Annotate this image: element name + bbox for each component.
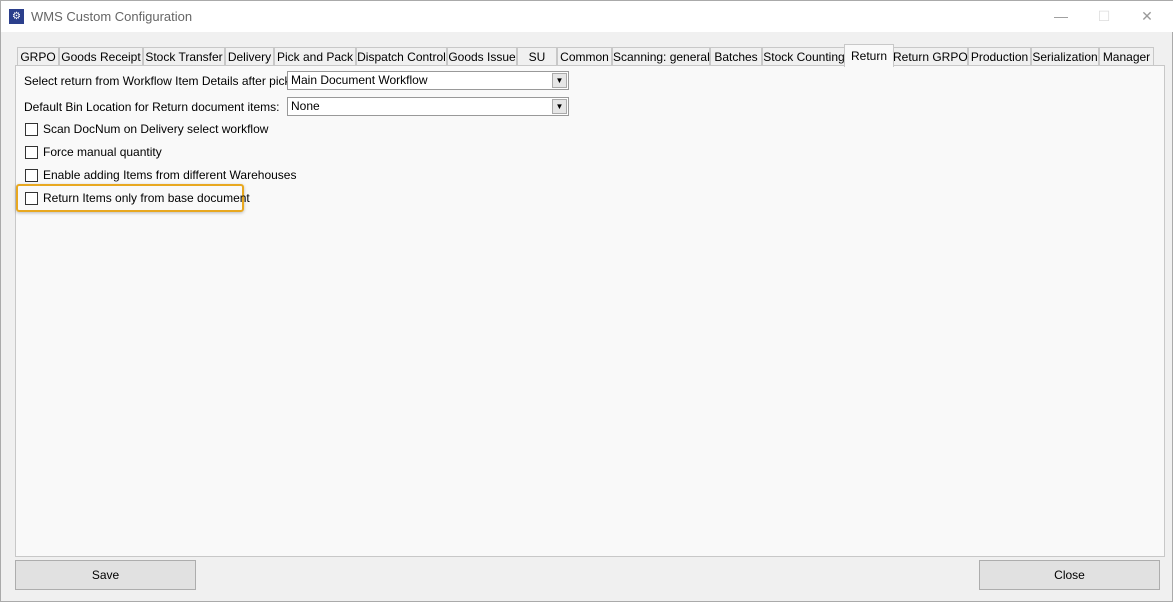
return-base-document-label: Return Items only from base document [43,191,250,205]
title-bar: ⚙ WMS Custom Configuration — ☐ ✕ [1,1,1173,32]
tab-goods-receipt[interactable]: Goods Receipt [59,47,143,66]
minimize-icon[interactable]: — [1046,6,1076,26]
tab-batches[interactable]: Batches [710,47,762,66]
return-base-document-checkbox[interactable] [25,192,38,205]
tab-manager[interactable]: Manager [1099,47,1154,66]
workflow-select[interactable]: Main Document Workflow ▼ [287,71,569,90]
tab-return[interactable]: Return [844,44,894,67]
force-manual-quantity-checkbox[interactable] [25,146,38,159]
maximize-icon[interactable]: ☐ [1089,6,1119,26]
tab-goods-issue[interactable]: Goods Issue [447,47,517,66]
scan-docnum-checkbox[interactable] [25,123,38,136]
bin-location-select[interactable]: None ▼ [287,97,569,116]
chevron-down-icon[interactable]: ▼ [552,73,567,88]
different-warehouses-checkbox[interactable] [25,169,38,182]
tab-stock-counting[interactable]: Stock Counting [762,47,846,66]
window-title: WMS Custom Configuration [31,9,193,24]
tab-pick-and-pack[interactable]: Pick and Pack [274,47,356,66]
tab-stock-transfer[interactable]: Stock Transfer [143,47,225,66]
workflow-value: Main Document Workflow [291,73,428,87]
bin-location-value: None [291,99,320,113]
tab-production[interactable]: Production [968,47,1031,66]
tab-dispatch-control[interactable]: Dispatch Control [356,47,447,66]
save-button[interactable]: Save [15,560,196,590]
force-manual-quantity-label: Force manual quantity [43,145,162,159]
chevron-down-icon[interactable]: ▼ [552,99,567,114]
different-warehouses-label: Enable adding Items from different Wareh… [43,168,297,182]
tab-scanning-general[interactable]: Scanning: general [612,47,710,66]
tab-common[interactable]: Common [557,47,612,66]
scan-docnum-label: Scan DocNum on Delivery select workflow [43,122,269,136]
tab-grpo[interactable]: GRPO [17,47,59,66]
tab-panel-return [15,65,1165,557]
workflow-label: Select return from Workflow Item Details… [24,74,291,88]
tab-return-grpo[interactable]: Return GRPO [892,47,968,66]
tab-delivery[interactable]: Delivery [225,47,274,66]
tab-serialization[interactable]: Serialization [1031,47,1099,66]
gear-icon: ⚙ [9,9,24,24]
tab-su[interactable]: SU [517,47,557,66]
close-icon[interactable]: ✕ [1132,6,1162,26]
bin-location-label: Default Bin Location for Return document… [24,100,280,114]
close-button[interactable]: Close [979,560,1160,590]
